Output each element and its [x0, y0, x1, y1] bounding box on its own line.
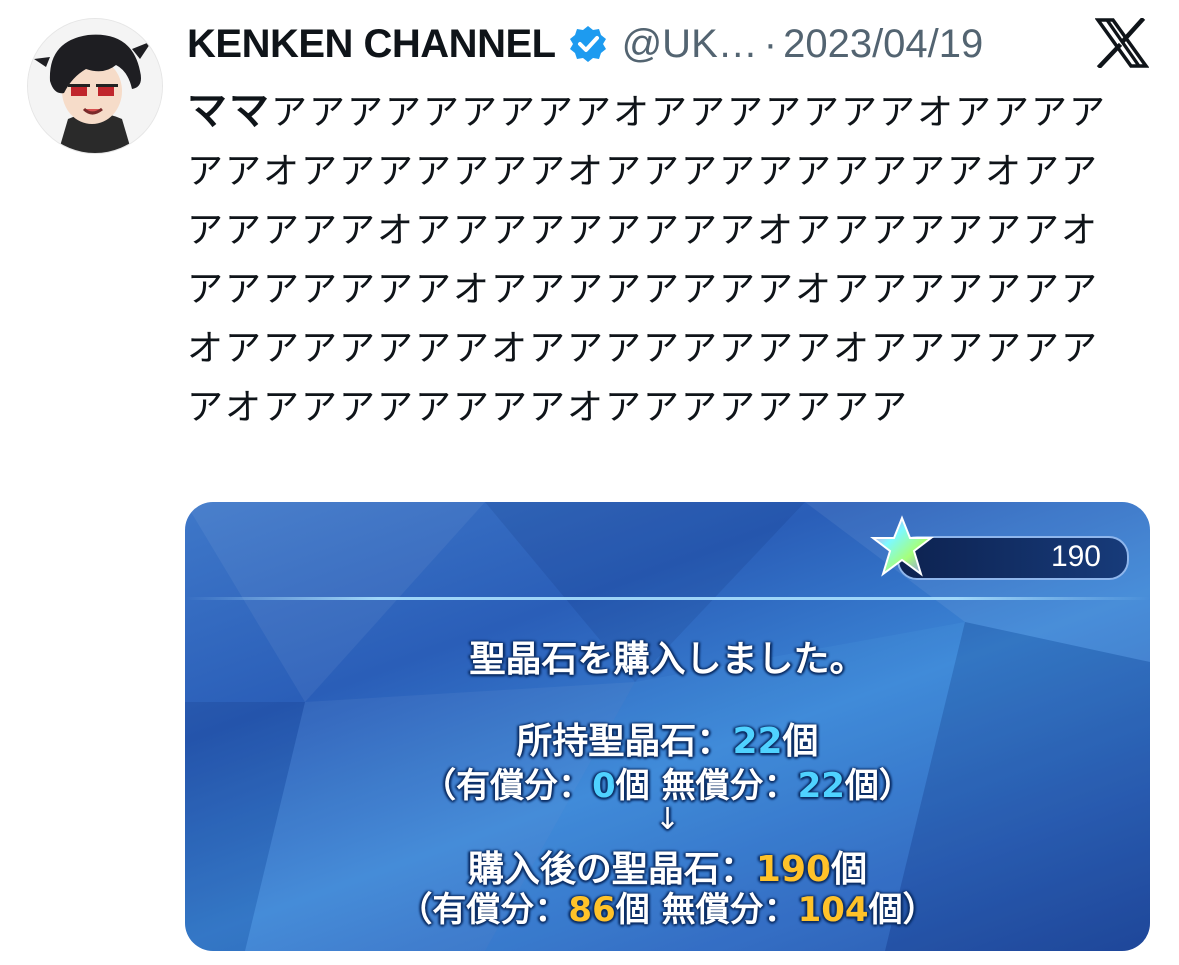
- breakdown-before: （有償分：0個 無償分：22個）: [185, 758, 1150, 807]
- close-paren: ）: [878, 766, 913, 806]
- paid-label: （有償分：: [398, 890, 569, 930]
- breakdown-after: （有償分：86個 無償分：104個）: [185, 882, 1150, 931]
- verified-badge-icon: [568, 24, 608, 64]
- paid-label: （有償分：: [422, 766, 593, 806]
- counter-value: 190: [1050, 540, 1101, 573]
- unit: 個: [868, 890, 903, 930]
- paid-value-after: 86: [568, 890, 616, 930]
- author-handle[interactable]: @UK…: [622, 22, 758, 67]
- separator: ·: [763, 21, 778, 66]
- avatar[interactable]: [27, 18, 163, 154]
- tweet-text: ママアアアアアアアアアオアアアアアアアオアアアアアアオアアアアアアアオアアアアア…: [187, 82, 1117, 437]
- paid-value-before: 0: [592, 766, 616, 806]
- author-name[interactable]: KENKEN CHANNEL: [187, 22, 556, 67]
- unit: 個: [844, 766, 879, 806]
- close-paren: ）: [902, 890, 937, 930]
- tweet-date[interactable]: 2023/04/19: [783, 22, 983, 67]
- free-label: 無償分：: [661, 766, 798, 806]
- header-divider: [185, 597, 1150, 600]
- tweet-header: KENKEN CHANNEL @UK… · 2023/04/19: [187, 14, 983, 74]
- down-arrow-icon: ↓: [654, 802, 681, 837]
- owned-value: 22: [732, 721, 783, 762]
- free-value-after: 104: [797, 890, 869, 930]
- purchase-title: 聖晶石を購入しました。: [469, 639, 866, 680]
- saint-quartz-icon: [867, 514, 937, 584]
- free-value-before: 22: [797, 766, 845, 806]
- owned-line: 所持聖晶石：22個: [185, 712, 1150, 764]
- unit: 個: [615, 890, 650, 930]
- unit: 個: [615, 766, 650, 806]
- x-logo-icon[interactable]: [1094, 16, 1150, 70]
- unit: 個: [782, 721, 819, 762]
- free-label: 無償分：: [661, 890, 798, 930]
- tweet-image[interactable]: 190 聖晶石を購入しました。 所持聖晶石：22個 （有償分：0個 無償分：22…: [185, 502, 1150, 951]
- tweet-body: アアアアアアアアアオアアアアアアアオアアアアアアオアアアアアアアオアアアアアアア…: [187, 92, 1108, 428]
- owned-label: 所持聖晶石：: [516, 721, 733, 762]
- tweet-prefix: ママ: [187, 88, 271, 134]
